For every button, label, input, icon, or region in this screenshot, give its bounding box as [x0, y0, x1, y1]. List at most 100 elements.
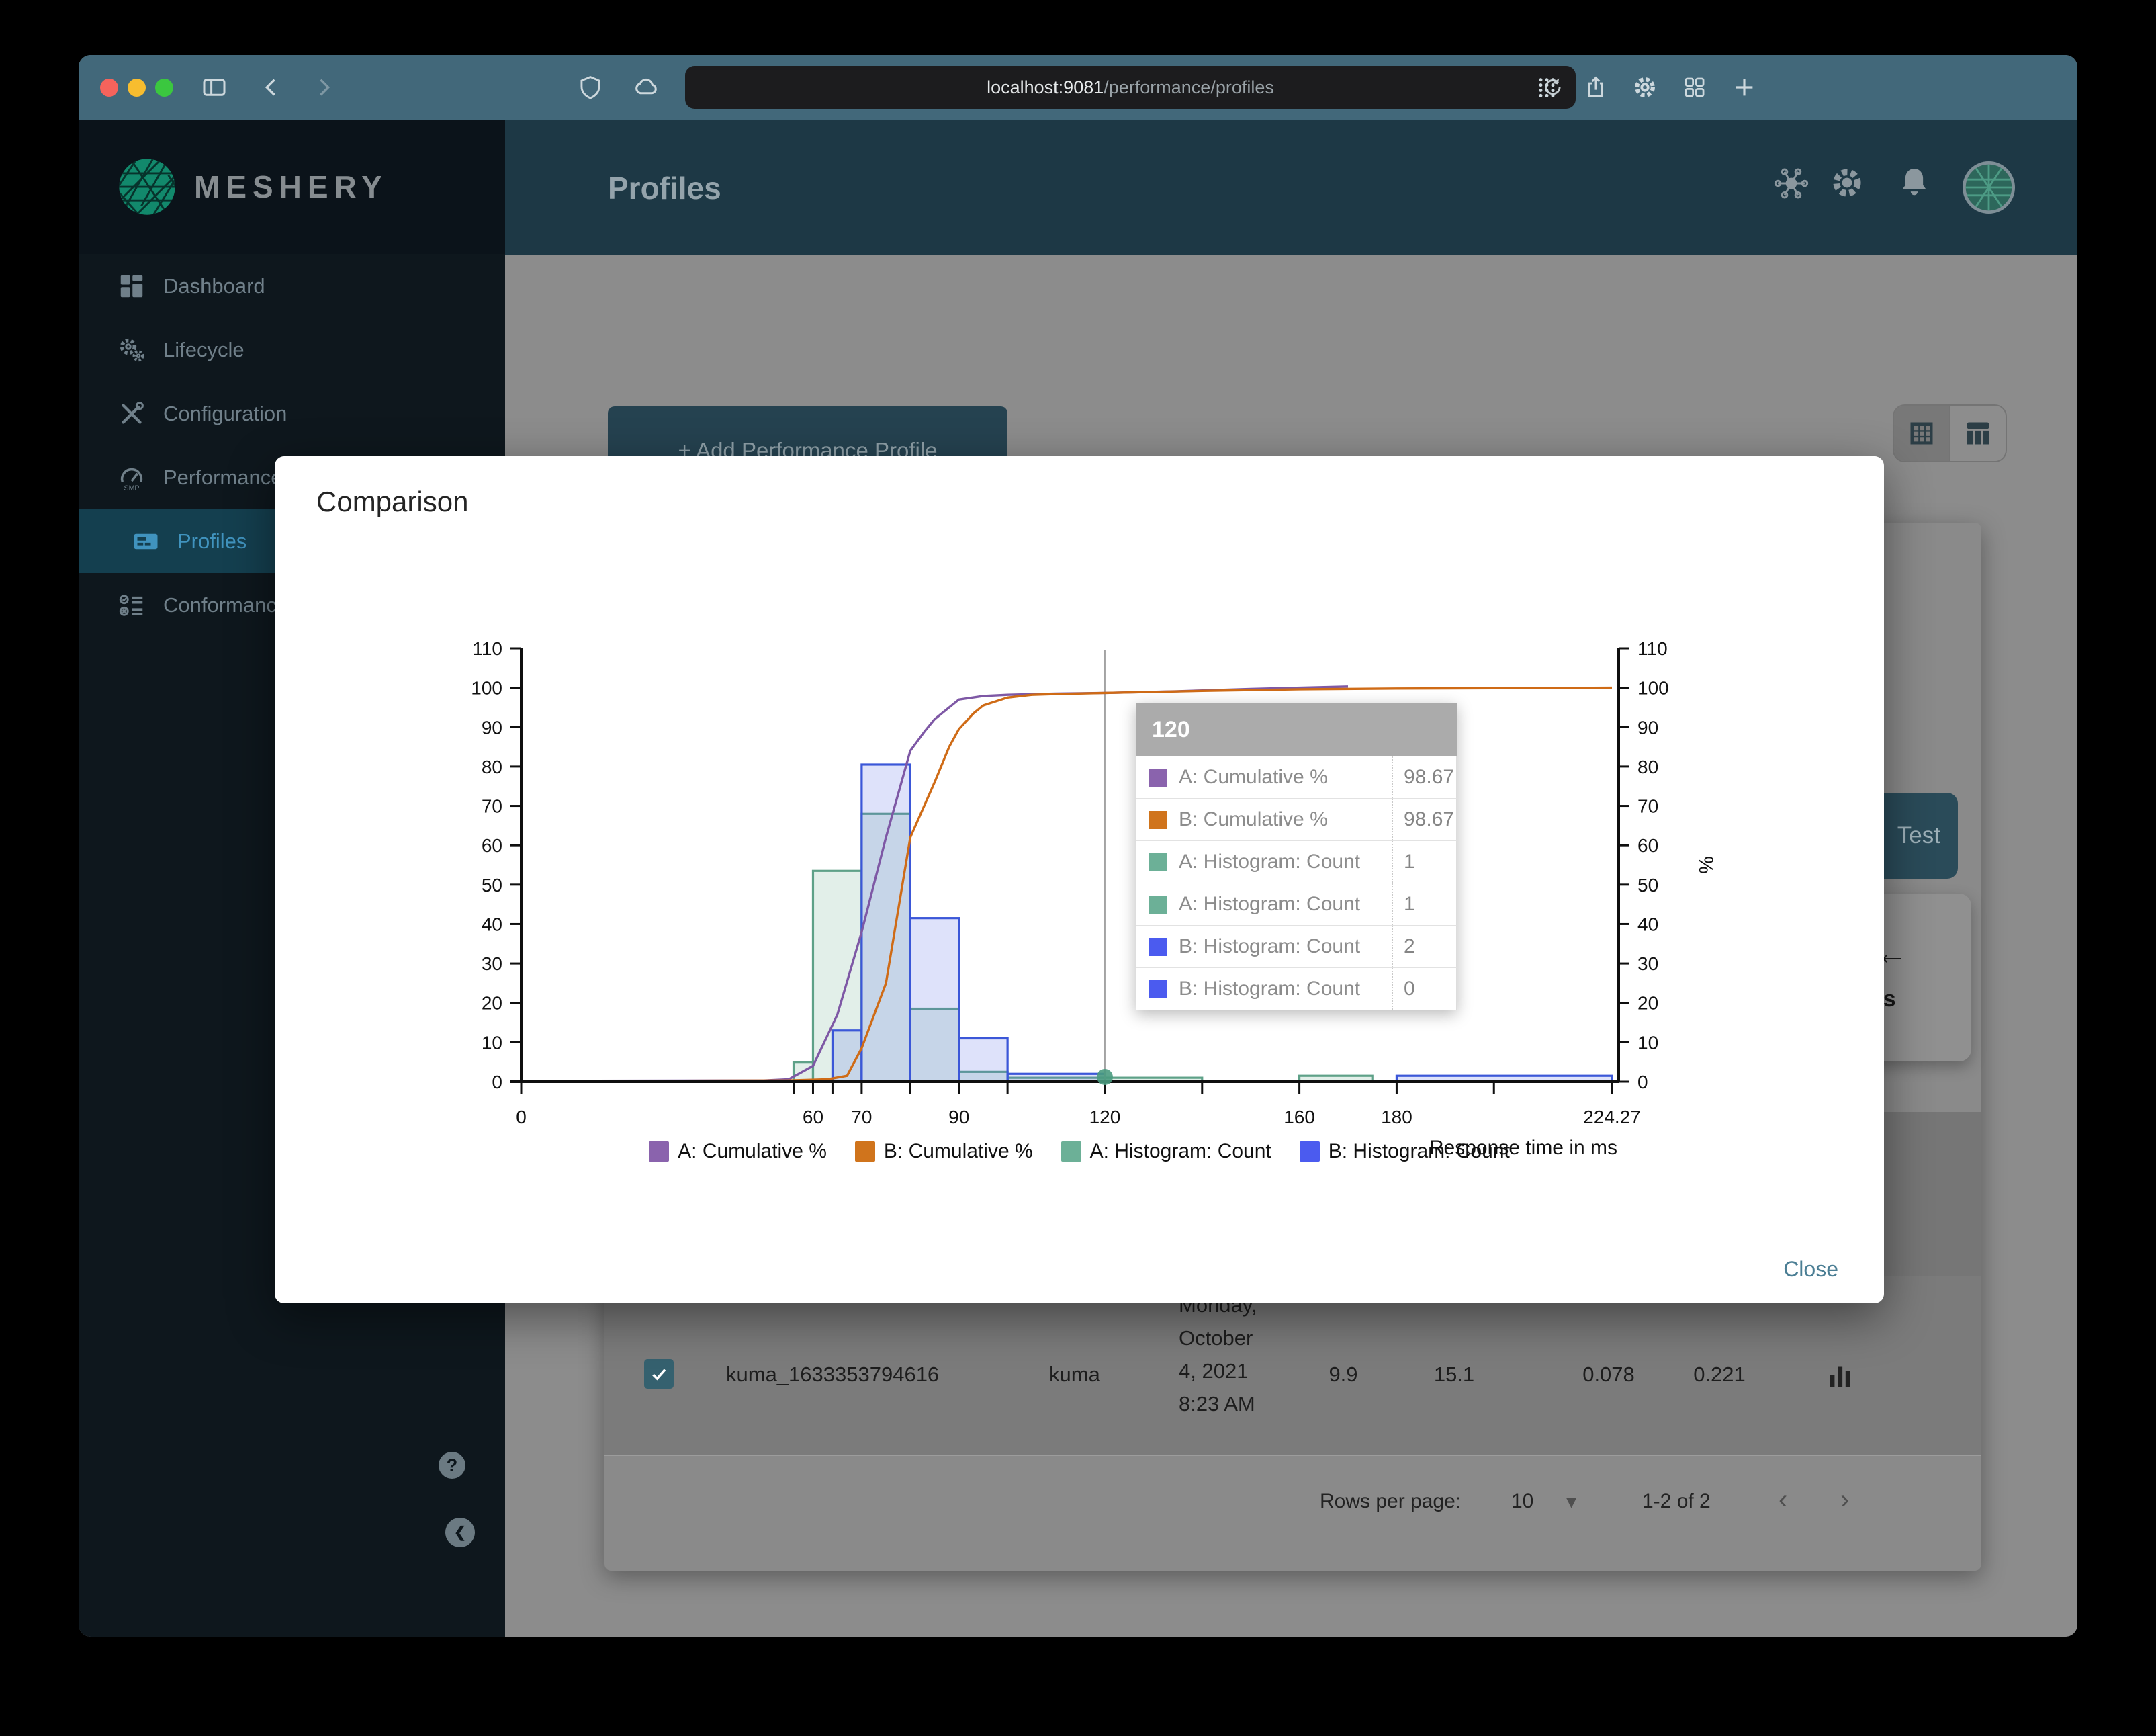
plus-icon — [1736, 79, 1753, 96]
collapse-sidebar-button[interactable]: ❮ — [445, 1518, 475, 1547]
rows-per-page-label: Rows per page: — [1320, 1490, 1462, 1512]
shield-icon — [580, 76, 600, 99]
sidebar-item-label: Performance — [163, 465, 283, 489]
notifications-button[interactable] — [1895, 164, 1933, 205]
tab-groups-button[interactable] — [1524, 64, 1570, 110]
sidebar-item-configuration[interactable]: Configuration — [79, 382, 505, 445]
chart-tick-label: 0 — [516, 1106, 527, 1127]
row-p99: 0.221 — [1693, 1362, 1746, 1386]
tooltip-header: 120 — [1136, 703, 1457, 756]
sidebar-item-label: Lifecycle — [163, 337, 244, 361]
conformance-checklist-icon — [119, 594, 143, 616]
chart-tick-label: 80 — [1637, 756, 1658, 777]
chart-tick-label: 160 — [1284, 1106, 1315, 1127]
row-qps: 9.9 — [1329, 1362, 1358, 1386]
comparison-chart[interactable]: 0 010 1020 2030 3040 4050 5060 6070 7080 8090 9010… — [275, 456, 1884, 1303]
table-view-button[interactable] — [1949, 406, 2006, 461]
mesh-network-icon — [1774, 168, 1809, 199]
minimize-window-button[interactable] — [128, 79, 146, 97]
share-button[interactable] — [1573, 64, 1619, 110]
lifecycle-gears-icon — [120, 338, 144, 361]
legend-item[interactable]: A: Cumulative % — [649, 1140, 827, 1163]
close-modal-button[interactable]: Close — [1777, 1250, 1845, 1289]
zoom-window-button[interactable] — [155, 79, 173, 97]
settings-button[interactable] — [1828, 164, 1866, 205]
sidebar-item-label: Conformance — [163, 593, 289, 617]
chart-tick-label: 20 — [482, 993, 502, 1014]
chart-tooltip: 120 A: Cumulative % 98.67 B: Cumulative … — [1136, 703, 1457, 1010]
sidebar-item-dashboard[interactable]: Dashboard — [79, 254, 505, 318]
user-avatar[interactable] — [1963, 161, 2015, 217]
sidebar-item-label: Dashboard — [163, 273, 265, 298]
brand-block[interactable]: MESHERY — [79, 120, 505, 254]
close-window-button[interactable] — [100, 79, 118, 97]
gear-icon — [1635, 77, 1655, 97]
tooltip-row: B: Histogram: Count 0 — [1136, 968, 1457, 1010]
chart-tick-label: 100 — [1637, 678, 1669, 699]
legend-swatch — [854, 1141, 875, 1162]
row-date: Monday, October 4, 2021 8:23 AM — [1179, 1293, 1257, 1416]
histogram-bar — [860, 763, 911, 1083]
tooltip-row: B: Histogram: Count 2 — [1136, 926, 1457, 968]
bar-chart-icon — [1830, 1366, 1850, 1387]
series-swatch — [1149, 895, 1167, 914]
configuration-tools-icon — [122, 401, 144, 424]
legend-item[interactable]: B: Histogram: Count — [1299, 1140, 1510, 1163]
tooltip-row: B: Cumulative % 98.67 — [1136, 799, 1457, 841]
chart-tick-label: 20 — [1637, 993, 1658, 1014]
series-swatch — [1149, 853, 1167, 871]
new-tab-button[interactable] — [1721, 64, 1767, 110]
chart-tick-label: 10 — [482, 1032, 502, 1053]
forward-button[interactable] — [301, 64, 347, 110]
discover-mesh-button[interactable] — [1772, 164, 1811, 206]
forward-chevron-icon — [320, 79, 330, 96]
chart-tick-label: 90 — [948, 1106, 969, 1127]
sidebar-item-label: Configuration — [163, 401, 287, 425]
tab-overview-button[interactable] — [1672, 64, 1717, 110]
address-bar[interactable]: localhost:9081/performance/profiles — [685, 66, 1576, 109]
legend-item[interactable]: B: Cumulative % — [854, 1140, 1033, 1163]
privacy-shield-button[interactable] — [568, 64, 613, 110]
chart-tick-label: 30 — [482, 953, 502, 974]
next-page-button[interactable]: › — [1840, 1485, 1849, 1515]
chart-tick-label: 30 — [1637, 953, 1658, 974]
tooltip-row: A: Histogram: Count 1 — [1136, 841, 1457, 883]
previous-page-button[interactable]: ‹ — [1779, 1485, 1787, 1515]
browser-window: localhost:9081/performance/profiles MESH… — [79, 55, 2077, 1637]
browser-settings-button[interactable] — [1622, 64, 1668, 110]
legend-item[interactable]: A: Histogram: Count — [1061, 1140, 1271, 1163]
view-toggle — [1893, 404, 2007, 462]
row-chart-button[interactable] — [1824, 1358, 1857, 1395]
toggle-sidebar-button[interactable] — [191, 64, 237, 110]
tooltip-row: A: Cumulative % 98.67 — [1136, 756, 1457, 799]
chart-tick-label: 50 — [1637, 875, 1658, 896]
chart-tick-label: 60 — [482, 835, 502, 856]
chart-tick-label: 224.27 — [1583, 1106, 1641, 1127]
dashboard-icon — [120, 275, 143, 297]
rows-per-page-caret-icon[interactable]: ▾ — [1566, 1490, 1576, 1514]
chart-tick-label: 90 — [1637, 717, 1658, 738]
url-path: /performance/profiles — [1104, 77, 1274, 97]
svg-text:SMP: SMP — [124, 484, 140, 490]
cloud-tab-button[interactable] — [623, 64, 668, 110]
pagination-range: 1-2 of 2 — [1642, 1490, 1711, 1512]
grid-view-button[interactable] — [1894, 406, 1949, 461]
chart-tick-label: 90 — [482, 717, 502, 738]
back-button[interactable] — [249, 64, 294, 110]
grid-view-icon — [1910, 422, 1933, 445]
series-swatch — [1149, 768, 1167, 787]
row-mesh: kuma — [1049, 1362, 1100, 1386]
help-button[interactable]: ? — [439, 1452, 465, 1479]
chart-tick-label: 100 — [471, 678, 502, 699]
sidebar-item-lifecycle[interactable]: Lifecycle — [79, 318, 505, 382]
chart-tick-label: 0 — [492, 1072, 502, 1092]
brand-name: MESHERY — [194, 169, 388, 204]
rows-per-page-select[interactable]: 10 — [1511, 1490, 1533, 1513]
chart-tick-label: 120 — [1089, 1106, 1121, 1127]
row-checkbox[interactable] — [644, 1359, 674, 1389]
y-axis-title: % — [1695, 856, 1717, 874]
chart-tick-label: 110 — [1637, 638, 1668, 659]
table-view-icon — [1967, 422, 1989, 445]
back-chevron-icon — [265, 79, 275, 96]
url-host: localhost:9081 — [987, 77, 1104, 97]
